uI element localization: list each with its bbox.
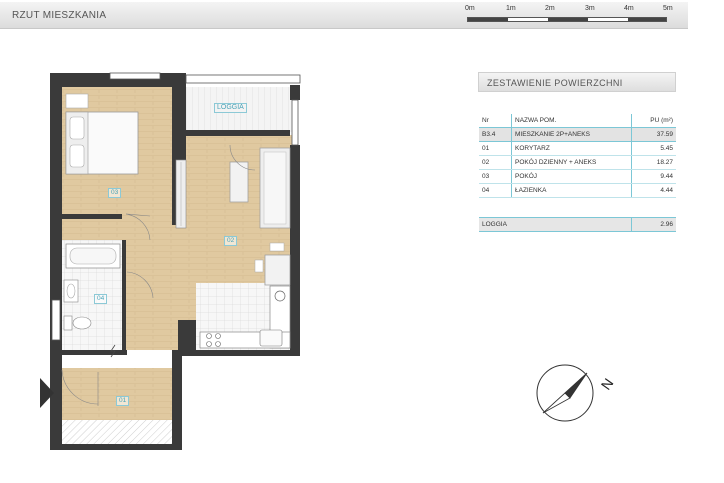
room-label-01: 01 <box>116 396 130 406</box>
table-row: 04 ŁAZIENKA 4.44 <box>479 183 676 198</box>
bathtub <box>65 243 121 269</box>
wardrobe <box>175 159 187 229</box>
sink <box>63 279 79 303</box>
room-label-02: 02 <box>224 236 238 246</box>
loggia-area: 2.96 <box>631 217 676 232</box>
room-label-03: 03 <box>108 188 122 198</box>
compass-north-label: N <box>598 375 617 392</box>
room-label-04: 04 <box>94 294 108 304</box>
entry-hatch <box>62 420 180 448</box>
col-nr-header: Nr <box>479 114 512 128</box>
sofa <box>259 147 291 229</box>
summary-title: ZESTAWIENIE POWIERZCHNI <box>478 72 676 92</box>
apartment-row: B3.4 MIESZKANIE 2P+ANEKS 37.59 <box>479 127 676 142</box>
toilet <box>63 315 92 331</box>
table-row: 01 KORYTARZ 5.45 <box>479 141 676 156</box>
col-area-header: PU (m²) <box>631 114 676 128</box>
loggia-row: LOGGIA 2.96 <box>479 217 676 232</box>
corridor-floor <box>125 244 182 350</box>
loggia-label: LOGGIA <box>214 103 247 113</box>
table-header-row: Nr NAZWA POM. PU (m²) <box>479 114 676 128</box>
table-row: 03 POKÓJ 9.44 <box>479 169 676 184</box>
room-01-lower-floor <box>62 368 180 420</box>
table-row: 02 POKÓJ DZIENNY + ANEKS 18.27 <box>479 155 676 170</box>
loggia-name: LOGGIA <box>479 217 632 232</box>
compass-icon <box>536 364 594 422</box>
loggia-table: LOGGIA 2.96 <box>479 217 676 232</box>
area-table: Nr NAZWA POM. PU (m²) B3.4 MIESZKANIE 2P… <box>479 114 676 198</box>
col-name-header: NAZWA POM. <box>511 114 632 128</box>
